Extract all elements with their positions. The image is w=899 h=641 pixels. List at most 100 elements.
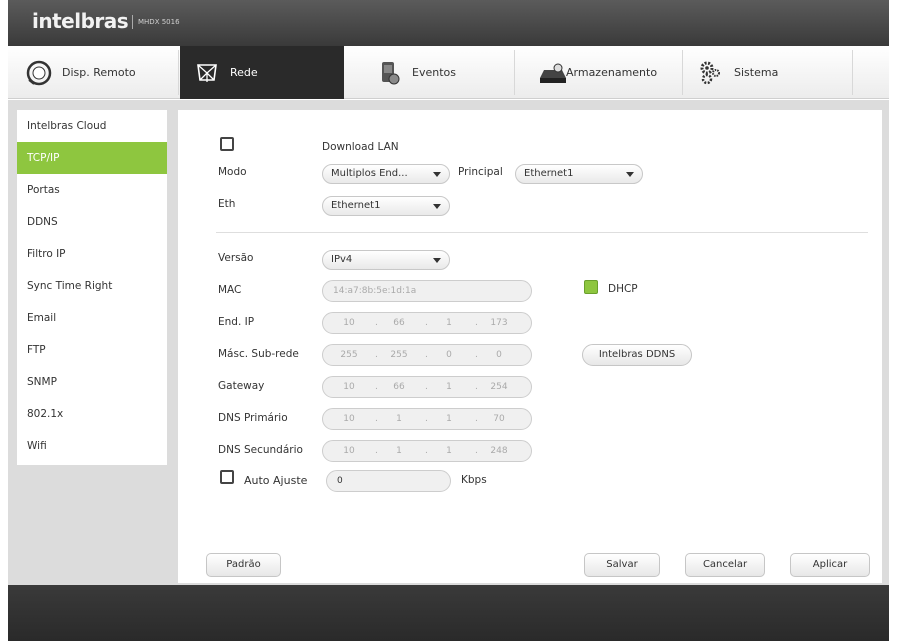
tab-divider — [178, 50, 179, 95]
main-tab-bar: Disp. Remoto Rede Eventos Armazenamento … — [8, 46, 889, 99]
subnet-mask-field[interactable]: 255 . 255 . 0 . 0 — [322, 344, 532, 366]
tab-disp-remoto[interactable]: Disp. Remoto — [18, 46, 176, 99]
ip-octet: 1 — [446, 382, 452, 392]
auto-ajuste-label: Auto Ajuste — [244, 474, 308, 487]
tab-label: Disp. Remoto — [62, 66, 136, 79]
ip-dot: . — [425, 446, 428, 456]
dhcp-label: DHCP — [608, 283, 638, 295]
principal-value: Ethernet1 — [524, 168, 574, 179]
dns-primario-label: DNS Primário — [218, 412, 288, 424]
dns-secundario-label: DNS Secundário — [218, 444, 303, 456]
ip-dot: . — [475, 350, 478, 360]
chevron-down-icon — [433, 204, 441, 209]
sidebar-item-tcp-ip[interactable]: TCP/IP — [17, 142, 167, 174]
ip-dot: . — [375, 382, 378, 392]
mac-field[interactable]: 14:a7:8b:5e:1d:1a — [322, 280, 532, 302]
auto-ajuste-checkbox[interactable] — [220, 470, 234, 484]
salvar-button[interactable]: Salvar — [584, 553, 660, 577]
ip-octet: 66 — [393, 382, 405, 392]
brand-logo: intelbras — [32, 9, 129, 33]
bandwidth-field[interactable]: 0 — [326, 470, 451, 492]
ip-octet: 0 — [496, 350, 502, 360]
ip-octet: 173 — [490, 318, 508, 328]
eth-select[interactable]: Ethernet1 — [322, 196, 450, 216]
tab-divider — [682, 50, 683, 95]
download-lan-checkbox[interactable] — [220, 137, 234, 151]
ip-octet: 0 — [446, 350, 452, 360]
tab-label: Eventos — [412, 66, 456, 79]
storage-icon — [540, 63, 566, 83]
ip-octet: 10 — [343, 318, 355, 328]
ip-octet: 255 — [390, 350, 408, 360]
content-area: Intelbras Cloud TCP/IP Portas DDNS Filtr… — [8, 100, 889, 585]
versao-select[interactable]: IPv4 — [322, 250, 450, 270]
tab-armazenamento[interactable]: Armazenamento — [516, 46, 680, 99]
tab-rede[interactable]: Rede — [180, 46, 344, 99]
ip-dot: . — [375, 414, 378, 424]
dns-secundario-field[interactable]: 10 . 1 . 1 . 248 — [322, 440, 532, 462]
sidebar-item-ddns[interactable]: DDNS — [17, 206, 167, 238]
mask-label: Másc. Sub-rede — [218, 348, 299, 360]
dns-primario-field[interactable]: 10 . 1 . 1 . 70 — [322, 408, 532, 430]
tab-eventos[interactable]: Eventos — [348, 46, 512, 99]
ip-dot: . — [425, 350, 428, 360]
remote-device-icon — [26, 60, 52, 85]
network-icon — [197, 63, 217, 82]
ip-octet: 1 — [446, 318, 452, 328]
ip-dot: . — [425, 318, 428, 328]
ip-address-field[interactable]: 10 . 66 . 1 . 173 — [322, 312, 532, 334]
eth-value: Ethernet1 — [331, 200, 381, 211]
end-ip-label: End. IP — [218, 316, 255, 328]
cancelar-button[interactable]: Cancelar — [685, 553, 765, 577]
tab-label: Rede — [230, 66, 258, 79]
intelbras-ddns-button[interactable]: Intelbras DDNS — [582, 344, 692, 366]
chevron-down-icon — [433, 258, 441, 263]
versao-value: IPv4 — [331, 254, 353, 265]
sidebar-item-ftp[interactable]: FTP — [17, 334, 167, 366]
ip-dot: . — [375, 350, 378, 360]
ip-octet: 254 — [490, 382, 508, 392]
tab-sistema[interactable]: Sistema — [684, 46, 848, 99]
tab-divider — [852, 50, 853, 95]
ip-octet: 10 — [343, 414, 355, 424]
gateway-field[interactable]: 10 . 66 . 1 . 254 — [322, 376, 532, 398]
ip-octet: 1 — [446, 446, 452, 456]
ip-dot: . — [425, 414, 428, 424]
logo-divider — [132, 15, 133, 29]
tcpip-settings-panel: Download LAN Modo Multiplos End... Princ… — [178, 110, 882, 583]
mac-label: MAC — [218, 284, 242, 296]
sidebar-item-wifi[interactable]: Wifi — [17, 430, 167, 462]
ip-dot: . — [475, 414, 478, 424]
tab-label: Armazenamento — [566, 66, 658, 79]
sidebar: Intelbras Cloud TCP/IP Portas DDNS Filtr… — [17, 110, 167, 465]
modo-value: Multiplos End... — [331, 168, 408, 179]
sidebar-item-filtro-ip[interactable]: Filtro IP — [17, 238, 167, 270]
ip-dot: . — [375, 446, 378, 456]
app-window: intelbras MHDX 5016 Disp. Remoto Rede Ev… — [8, 0, 889, 641]
chevron-down-icon — [433, 172, 441, 177]
gears-icon — [700, 61, 720, 84]
sidebar-item-intelbras-cloud[interactable]: Intelbras Cloud — [17, 110, 167, 142]
sidebar-item-email[interactable]: Email — [17, 302, 167, 334]
ip-octet: 248 — [490, 446, 508, 456]
chevron-down-icon — [626, 172, 634, 177]
sidebar-item-snmp[interactable]: SNMP — [17, 366, 167, 398]
ip-dot: . — [475, 382, 478, 392]
events-icon — [382, 61, 400, 84]
ip-octet: 1 — [396, 446, 402, 456]
sidebar-item-sync-time-right[interactable]: Sync Time Right — [17, 270, 167, 302]
modo-label: Modo — [218, 166, 247, 178]
principal-select[interactable]: Ethernet1 — [515, 164, 643, 184]
aplicar-button[interactable]: Aplicar — [790, 553, 870, 577]
sidebar-item-portas[interactable]: Portas — [17, 174, 167, 206]
ip-octet: 70 — [493, 414, 505, 424]
ip-dot: . — [425, 382, 428, 392]
ip-octet: 10 — [343, 446, 355, 456]
padrao-button[interactable]: Padrão — [206, 553, 281, 577]
ip-octet: 1 — [446, 414, 452, 424]
dhcp-checkbox[interactable] — [584, 280, 598, 294]
gateway-label: Gateway — [218, 380, 265, 392]
principal-label: Principal — [458, 166, 503, 178]
modo-select[interactable]: Multiplos End... — [322, 164, 450, 184]
sidebar-item-802-1x[interactable]: 802.1x — [17, 398, 167, 430]
